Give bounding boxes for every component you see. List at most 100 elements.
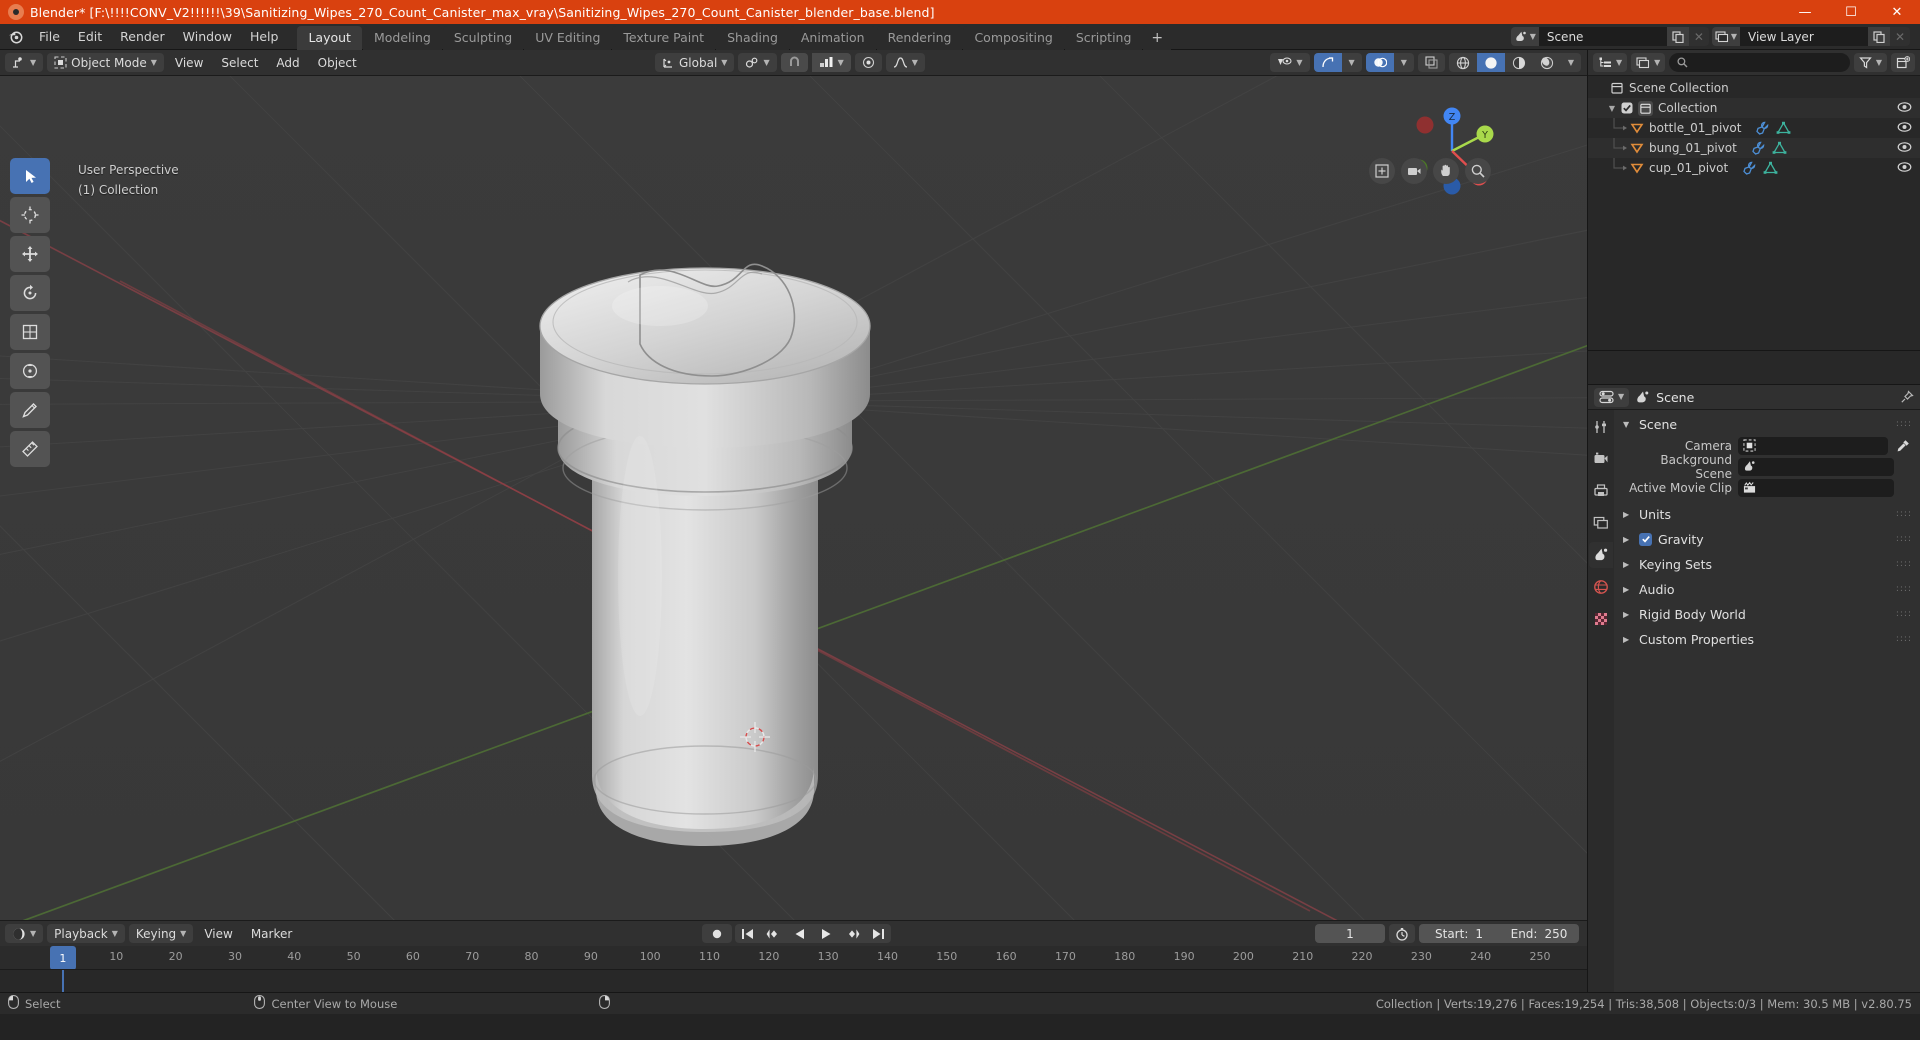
zoom-magnifier-icon[interactable] xyxy=(1465,158,1491,184)
view-layer-icon[interactable]: ▼ xyxy=(1711,27,1740,46)
menu-edit[interactable]: Edit xyxy=(69,26,111,47)
outliner-row-object[interactable]: bung_01_pivot xyxy=(1588,138,1920,158)
timeline-playhead[interactable]: 1 xyxy=(49,946,76,969)
new-view-layer-button[interactable] xyxy=(1868,27,1890,46)
scene-data-icon[interactable]: ▼ xyxy=(1510,27,1539,46)
keying-sets-panel-header[interactable]: ▶ Keying Sets :::: xyxy=(1614,553,1920,575)
frame-end-field[interactable]: End: 250 xyxy=(1499,924,1579,943)
outliner-display-mode-dropdown[interactable]: ▼ xyxy=(1631,53,1666,72)
units-panel-header[interactable]: ▶ Units :::: xyxy=(1614,503,1920,525)
jump-to-end-button[interactable] xyxy=(866,924,891,943)
play-reverse-button[interactable] xyxy=(787,924,813,943)
navigation-axis-gizmo[interactable]: Z Y X xyxy=(1397,96,1507,206)
editor-type-timeline-icon[interactable]: ▼ xyxy=(5,924,44,943)
overlay-options-dropdown[interactable]: ▼ xyxy=(1393,53,1414,72)
scale-tool[interactable] xyxy=(10,314,50,350)
jump-to-next-keyframe-button[interactable] xyxy=(839,924,866,943)
gizmo-options-dropdown[interactable]: ▼ xyxy=(1341,53,1362,72)
xray-toggle[interactable] xyxy=(1417,53,1445,72)
add-workspace-button[interactable]: + xyxy=(1143,25,1172,50)
rigid-body-world-panel-header[interactable]: ▶ Rigid Body World :::: xyxy=(1614,603,1920,625)
panel-divider[interactable] xyxy=(1588,350,1920,384)
rotate-tool[interactable] xyxy=(10,275,50,311)
scene-tab[interactable] xyxy=(1589,542,1613,568)
mesh-data-icon[interactable] xyxy=(1776,121,1791,135)
menu-file[interactable]: File xyxy=(30,26,69,47)
tab-layout[interactable]: Layout xyxy=(297,25,362,50)
outliner-tree[interactable]: Scene Collection ▼ Collection bottle_01_… xyxy=(1588,76,1920,350)
background-scene-field[interactable] xyxy=(1738,457,1894,476)
show-gizmo-toggle[interactable] xyxy=(1313,53,1342,72)
texture-tab[interactable] xyxy=(1589,606,1613,632)
view-layer-selector[interactable]: ▼ View Layer ✕ xyxy=(1711,27,1910,46)
rendered-shading-button[interactable] xyxy=(1532,53,1561,72)
timeline-keyframe-area[interactable] xyxy=(0,970,1587,992)
transform-tool[interactable] xyxy=(10,353,50,389)
tab-sculpting[interactable]: Sculpting xyxy=(442,25,524,50)
falloff-dropdown[interactable]: ▼ xyxy=(885,53,925,72)
pivot-point-dropdown[interactable] xyxy=(854,53,882,72)
cursor-tool[interactable] xyxy=(10,197,50,233)
tab-uv-editing[interactable]: UV Editing xyxy=(524,25,612,50)
world-tab[interactable] xyxy=(1589,574,1613,600)
unlink-scene-button[interactable]: ✕ xyxy=(1688,27,1709,46)
zoom-region-icon[interactable] xyxy=(1369,158,1395,184)
outliner-filter-button[interactable]: ▼ xyxy=(1853,53,1887,72)
transform-orientation-dropdown[interactable]: Global ▼ xyxy=(655,53,735,72)
tab-shading[interactable]: Shading xyxy=(716,25,789,50)
camera-view-icon[interactable] xyxy=(1401,158,1427,184)
editor-type-outliner-icon[interactable]: ▼ xyxy=(1593,53,1628,72)
tab-compositing[interactable]: Compositing xyxy=(963,25,1064,50)
proportional-edit-toggle[interactable]: ▼ xyxy=(811,53,851,72)
visibility-eye-icon[interactable] xyxy=(1897,161,1912,176)
use-preview-range-button[interactable] xyxy=(1389,924,1415,943)
render-tab[interactable] xyxy=(1589,446,1613,472)
annotate-tool[interactable] xyxy=(10,392,50,428)
maximize-button[interactable]: ☐ xyxy=(1828,0,1874,24)
viewport-menu-add[interactable]: Add xyxy=(269,53,306,72)
viewport-menu-select[interactable]: Select xyxy=(214,53,265,72)
camera-eyedropper-button[interactable] xyxy=(1894,439,1912,453)
current-frame-field[interactable]: 1 xyxy=(1315,924,1385,943)
output-tab[interactable] xyxy=(1589,478,1613,504)
auto-keying-button[interactable] xyxy=(702,924,732,943)
outliner-row-object[interactable]: cup_01_pivot xyxy=(1588,158,1920,178)
magnet-snap-toggle[interactable] xyxy=(780,53,808,72)
move-tool[interactable] xyxy=(10,236,50,272)
timeline-menu-marker[interactable]: Marker xyxy=(244,924,299,943)
jump-to-start-button[interactable] xyxy=(735,924,760,943)
jump-to-prev-keyframe-button[interactable] xyxy=(760,924,787,943)
timeline-menu-playback[interactable]: Playback ▼ xyxy=(47,924,125,943)
new-scene-button[interactable] xyxy=(1666,27,1689,46)
mesh-data-icon[interactable] xyxy=(1763,161,1778,175)
timeline-menu-view[interactable]: View xyxy=(197,924,239,943)
visibility-dropdown[interactable]: ▼ xyxy=(1270,53,1310,72)
tool-tab[interactable] xyxy=(1589,414,1613,440)
mesh-data-icon[interactable] xyxy=(1772,141,1787,155)
modifier-wrench-icon[interactable] xyxy=(1751,141,1766,155)
scene-selector[interactable]: ▼ Scene ✕ xyxy=(1510,27,1709,46)
timeline-ruler[interactable]: 10 20 30 40 50 60 70 80 90 100 110 120 130 140 150 160 1… xyxy=(0,946,1587,970)
tab-scripting[interactable]: Scripting xyxy=(1064,25,1143,50)
minimize-button[interactable]: — xyxy=(1782,0,1828,24)
view-layer-name-field[interactable]: View Layer xyxy=(1740,27,1868,46)
expand-twisty[interactable]: ▼ xyxy=(1606,104,1618,113)
blender-logo-icon[interactable] xyxy=(4,26,26,48)
menu-render[interactable]: Render xyxy=(111,26,174,47)
close-button[interactable]: ✕ xyxy=(1874,0,1920,24)
outliner-row-collection[interactable]: ▼ Collection xyxy=(1588,98,1920,118)
scene-name-field[interactable]: Scene xyxy=(1538,27,1667,46)
collection-checkbox[interactable] xyxy=(1621,102,1633,114)
menu-window[interactable]: Window xyxy=(174,26,241,47)
gravity-checkbox[interactable] xyxy=(1639,532,1652,546)
outliner-search-input[interactable] xyxy=(1669,53,1850,72)
visibility-eye-icon[interactable] xyxy=(1897,121,1912,136)
outliner-row-scene-collection[interactable]: Scene Collection xyxy=(1588,78,1920,98)
viewport-menu-object[interactable]: Object xyxy=(311,53,364,72)
tab-animation[interactable]: Animation xyxy=(789,25,876,50)
viewport-menu-view[interactable]: View xyxy=(168,53,210,72)
new-collection-button[interactable] xyxy=(1891,53,1915,72)
modifier-wrench-icon[interactable] xyxy=(1755,121,1770,135)
modifier-wrench-icon[interactable] xyxy=(1742,161,1757,175)
editor-type-properties-icon[interactable]: ▼ xyxy=(1594,387,1630,407)
